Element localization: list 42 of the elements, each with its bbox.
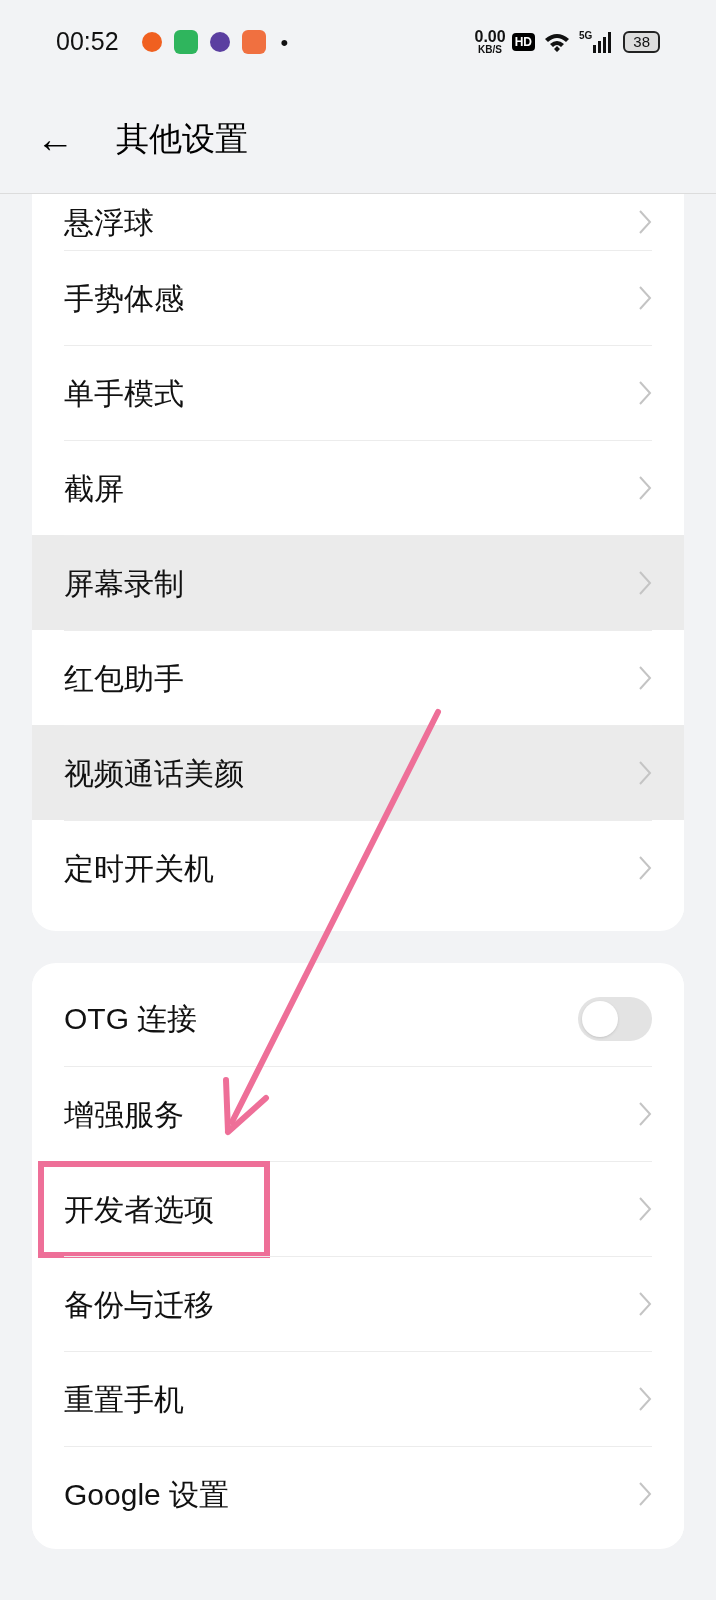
row-label: 截屏 [64, 470, 124, 507]
toggle-switch[interactable] [578, 996, 652, 1041]
row-label: 手势体感 [64, 280, 184, 317]
row-label: 备份与迁移 [64, 1286, 214, 1323]
row-label: 开发者选项 [64, 1191, 214, 1228]
chevron-icon [638, 209, 652, 235]
chevron-icon [638, 1481, 652, 1507]
row-label: 单手模式 [64, 375, 184, 412]
settings-row[interactable]: 视频通话美颜 [32, 725, 684, 820]
chevron-icon [638, 760, 652, 786]
chevron-icon [638, 285, 652, 311]
back-button[interactable]: ← [36, 119, 74, 158]
row-label: 重置手机 [64, 1381, 184, 1418]
row-label: Google 设置 [64, 1476, 230, 1513]
net-unit: KB/S [478, 45, 502, 55]
row-label: 红包助手 [64, 660, 184, 697]
chevron-icon [638, 1291, 652, 1317]
row-label: 增强服务 [64, 1096, 184, 1133]
settings-row[interactable]: 屏幕录制 [32, 535, 684, 630]
app-icon [240, 29, 267, 55]
notification-dot: • [280, 28, 289, 57]
net-speed: 0.00 [474, 29, 506, 45]
chevron-icon [638, 380, 652, 406]
row-label: OTG 连接 [64, 1001, 198, 1037]
chevron-icon [638, 475, 652, 501]
chevron-icon [638, 1101, 652, 1127]
chevron-icon [638, 570, 652, 596]
clock: 00:52 [56, 26, 119, 58]
row-label: 屏幕录制 [64, 565, 184, 602]
hd-badge: HD [511, 33, 535, 51]
battery-indicator: 38 [623, 31, 660, 53]
app-icon [172, 29, 199, 55]
chevron-icon [638, 1196, 652, 1222]
chevron-icon [638, 855, 652, 881]
signal-icon [593, 31, 614, 53]
row-label: 视频通话美颜 [64, 755, 244, 792]
page-title: 其他设置 [116, 118, 248, 159]
chevron-icon [638, 1386, 652, 1412]
row-label: 定时开关机 [64, 850, 214, 887]
row-label: 悬浮球 [64, 204, 154, 241]
chevron-icon [638, 665, 652, 691]
network-type: 5G [578, 29, 593, 43]
